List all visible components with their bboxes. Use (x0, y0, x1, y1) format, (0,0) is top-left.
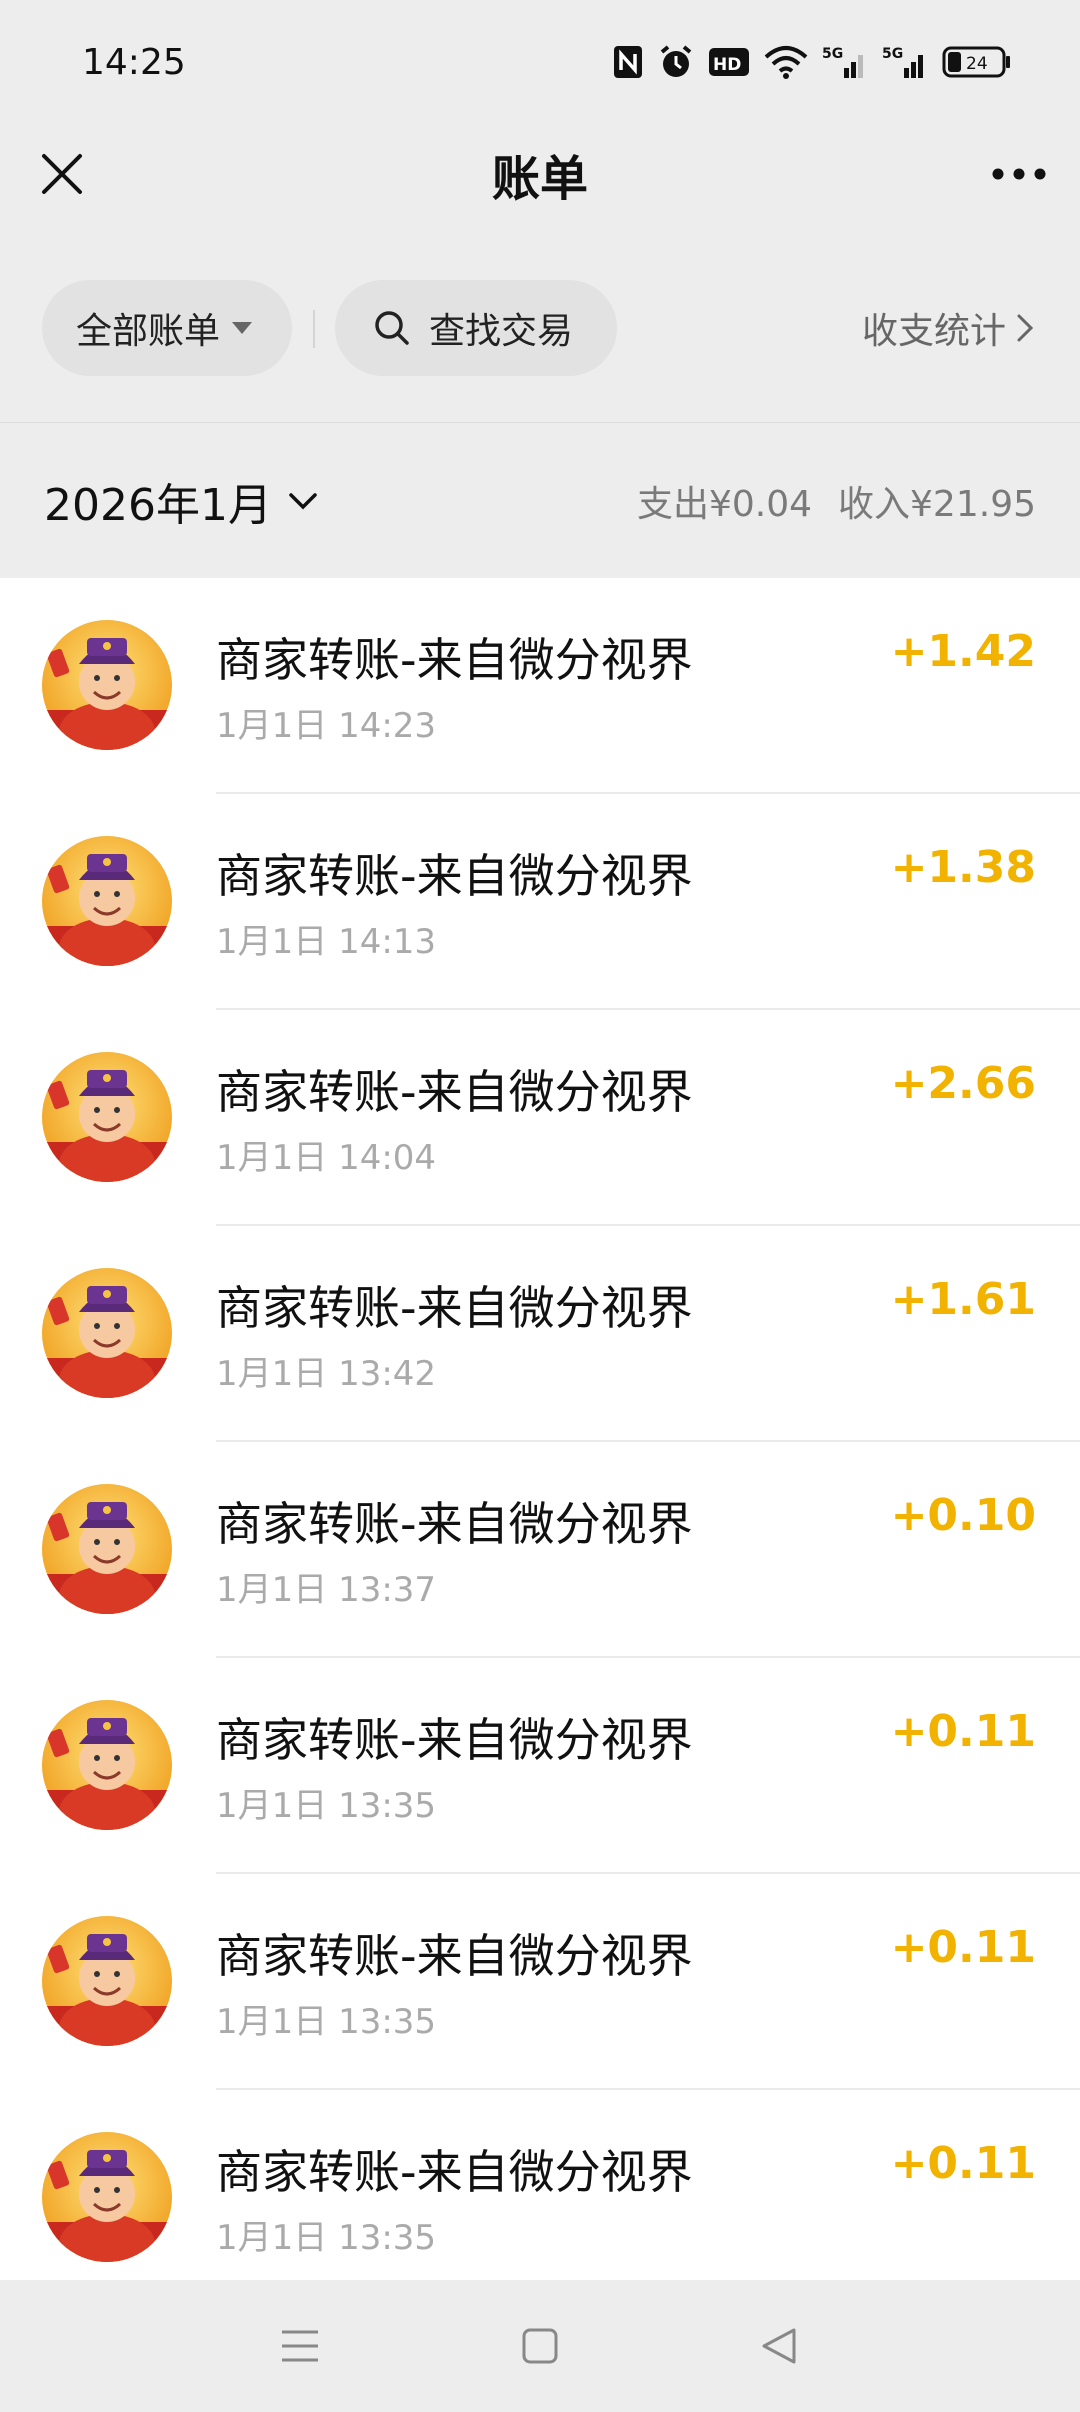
transaction-row[interactable]: 商家转账-来自微分视界 1月1日 13:42 +1.61 (0, 1226, 1080, 1442)
hd-icon: HD (709, 48, 749, 76)
wifi-icon (764, 46, 808, 79)
close-button[interactable] (30, 142, 94, 206)
transaction-title: 商家转账-来自微分视界 (216, 2145, 693, 2199)
chevron-down-icon (289, 492, 317, 509)
transaction-time: 1月1日 13:37 (216, 1570, 437, 1610)
transaction-row[interactable]: 商家转账-来自微分视界 1月1日 14:04 +2.66 (0, 1010, 1080, 1226)
transaction-time: 1月1日 13:42 (216, 1354, 437, 1394)
transaction-time: 1月1日 13:35 (216, 2218, 437, 2258)
merchant-avatar (42, 2132, 172, 2262)
svg-text:5G: 5G (822, 46, 843, 62)
merchant-avatar (42, 1916, 172, 2046)
menu-icon (282, 2330, 318, 2362)
system-nav-bar (0, 2280, 1080, 2412)
transaction-row[interactable]: 商家转账-来自微分视界 1月1日 14:23 +1.42 (0, 578, 1080, 794)
transaction-amount: +0.10 (890, 1490, 1036, 1541)
signal-5g-icon: 5G (822, 46, 863, 78)
transaction-time: 1月1日 14:13 (216, 922, 437, 962)
merchant-avatar (42, 1268, 172, 1398)
merchant-avatar (42, 620, 172, 750)
merchant-avatar (42, 1484, 172, 1614)
transaction-time: 1月1日 14:23 (216, 706, 437, 746)
chevron-right-icon (1017, 314, 1034, 342)
all-bills-label: 全部账单 (76, 311, 221, 352)
more-button[interactable] (984, 142, 1054, 206)
alarm-icon (660, 45, 692, 77)
status-time: 14:25 (82, 41, 186, 83)
totals: 支出¥0.04 收入¥21.95 (637, 475, 1036, 527)
status-bar: 14:25 HD 5G 5G 24 (0, 0, 1080, 124)
month-summary: 2026年1月 支出¥0.04 收入¥21.95 (0, 423, 1080, 578)
income-total: 收入¥21.95 (838, 483, 1036, 525)
transaction-amount: +0.11 (890, 1922, 1036, 1973)
menu-button[interactable] (260, 2306, 340, 2386)
transaction-amount: +1.42 (890, 626, 1036, 677)
transaction-amount: +0.11 (890, 2138, 1036, 2189)
transaction-time: 1月1日 14:04 (216, 1138, 437, 1178)
transaction-title: 商家转账-来自微分视界 (216, 1497, 693, 1551)
nfc-icon (614, 46, 642, 78)
battery-icon: 24 (942, 46, 1010, 78)
home-button[interactable] (500, 2306, 580, 2386)
merchant-avatar (42, 1700, 172, 1830)
page-title: 账单 (491, 151, 588, 207)
transaction-row[interactable]: 商家转账-来自微分视界 1月1日 14:13 +1.38 (0, 794, 1080, 1010)
search-label: 查找交易 (429, 311, 574, 352)
search-transactions-button[interactable]: 查找交易 (335, 280, 617, 376)
transaction-amount: +1.38 (890, 842, 1036, 893)
month-label: 2026年1月 (44, 479, 272, 531)
svg-text:HD: HD (713, 55, 741, 75)
transaction-amount: +2.66 (890, 1058, 1036, 1109)
transaction-list: 商家转账-来自微分视界 1月1日 14:23 +1.42 商家转账-来自微分视界 1月1… (0, 578, 1080, 2280)
transaction-title: 商家转账-来自微分视界 (216, 1929, 693, 1983)
transaction-row[interactable]: 商家转账-来自微分视界 1月1日 13:37 +0.10 (0, 1442, 1080, 1658)
merchant-avatar (42, 1052, 172, 1182)
transaction-amount: +1.61 (890, 1274, 1036, 1325)
transaction-time: 1月1日 13:35 (216, 1786, 437, 1826)
transaction-time: 1月1日 13:35 (216, 2002, 437, 2042)
svg-text:5G: 5G (882, 46, 903, 62)
signal-5g-icon: 5G (882, 46, 923, 78)
transaction-title: 商家转账-来自微分视界 (216, 849, 693, 903)
home-icon (522, 2328, 558, 2364)
battery-level: 24 (966, 54, 988, 74)
transaction-title: 商家转账-来自微分视界 (216, 1065, 693, 1119)
transaction-row[interactable]: 商家转账-来自微分视界 1月1日 13:35 +0.11 (0, 2090, 1080, 2280)
expense-total: 支出¥0.04 (636, 483, 813, 525)
transaction-title: 商家转账-来自微分视界 (216, 1713, 693, 1767)
more-icon (992, 168, 1046, 180)
transaction-amount: +0.11 (890, 1706, 1036, 1757)
caret-down-icon (232, 322, 253, 334)
filter-divider (313, 310, 315, 348)
transaction-row[interactable]: 商家转账-来自微分视界 1月1日 13:35 +0.11 (0, 1874, 1080, 2090)
search-icon (375, 311, 409, 345)
close-icon (42, 154, 82, 194)
status-icons: HD 5G 5G 24 (612, 44, 1012, 80)
stats-label: 收支统计 (861, 311, 1006, 352)
filter-row: 全部账单 查找交易 收支统计 (0, 280, 1080, 376)
transaction-title: 商家转账-来自微分视界 (216, 633, 693, 687)
transaction-row[interactable]: 商家转账-来自微分视界 1月1日 13:35 +0.11 (0, 1658, 1080, 1874)
stats-link[interactable]: 收支统计 (862, 280, 1034, 376)
nav-bar: 账单 (0, 124, 1080, 224)
back-icon (762, 2328, 796, 2364)
back-button[interactable] (740, 2306, 820, 2386)
month-selector[interactable]: 2026年1月 (44, 469, 318, 533)
merchant-avatar (42, 836, 172, 966)
transaction-title: 商家转账-来自微分视界 (216, 1281, 693, 1335)
all-bills-dropdown[interactable]: 全部账单 (42, 280, 292, 376)
